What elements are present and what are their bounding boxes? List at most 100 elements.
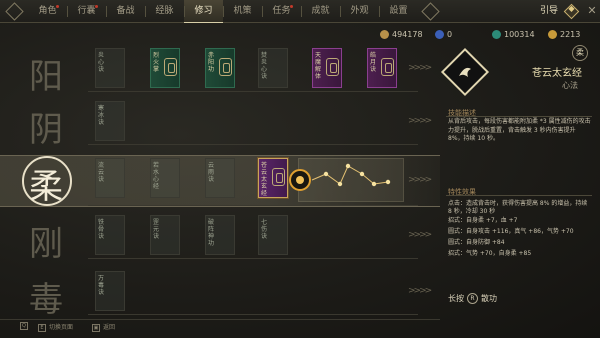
- tab-separator: [262, 6, 263, 17]
- book-title: 云雨诀: [208, 162, 215, 183]
- row-expand-arrow-icon[interactable]: >>>>: [408, 230, 432, 240]
- skill-node[interactable]: [359, 171, 365, 177]
- technique-book[interactable]: 焚炎心诀: [258, 48, 288, 88]
- skill-node[interactable]: [323, 171, 329, 177]
- notification-dot: [95, 5, 98, 8]
- tab-6[interactable]: 机策: [223, 0, 262, 23]
- book-title: 皓月诀: [370, 52, 377, 73]
- technique-book[interactable]: 烈火掌: [150, 48, 180, 88]
- copper-coin-icon: [380, 30, 389, 39]
- tab-separator: [106, 6, 107, 17]
- tab-1[interactable]: 角色: [28, 0, 67, 23]
- guide-label[interactable]: 引导: [540, 0, 558, 23]
- row-expand-arrow-icon[interactable]: >>>>: [408, 116, 432, 126]
- book-title: 天魔解体: [315, 52, 322, 80]
- technique-book[interactable]: 破阵神功: [205, 215, 235, 255]
- book-seal-icon: [381, 58, 394, 76]
- technique-book[interactable]: 天魔解体: [312, 48, 342, 88]
- row-label[interactable]: 阳: [14, 49, 78, 98]
- row-expand-arrow-icon[interactable]: >>>>: [408, 286, 432, 296]
- attribute-line: 点击：造成背击时，获得伤害提高 8% 的增益，持续 8 秒，冷却 30 秒: [448, 200, 588, 215]
- tab-8[interactable]: 成就: [301, 0, 340, 23]
- book-title: 炎心诀: [98, 52, 105, 73]
- book-title: 烈火掌: [153, 52, 160, 73]
- tab-3[interactable]: 备战: [106, 0, 145, 23]
- tab-separator: [379, 6, 380, 17]
- currency-1: 494178: [380, 29, 423, 41]
- row-divider: [88, 205, 418, 206]
- row-label[interactable]: 阴: [14, 102, 78, 151]
- tab-7[interactable]: 任务: [262, 0, 301, 23]
- book-seal-icon: [326, 58, 339, 76]
- technique-book[interactable]: 七伤诀: [258, 215, 288, 255]
- book-title: 罡元诀: [153, 219, 160, 240]
- book-title: 寒冰诀: [98, 105, 105, 126]
- book-title: 赤阳功: [208, 52, 215, 73]
- row-label[interactable]: 刚: [14, 216, 78, 265]
- book-title: 七伤诀: [261, 219, 268, 240]
- close-button[interactable]: ✕: [585, 4, 599, 18]
- tab-4[interactable]: 经脉: [145, 0, 184, 23]
- skill-node[interactable]: [385, 179, 391, 185]
- divider: [446, 116, 592, 117]
- dismiss-hint[interactable]: 长按 R 散功: [448, 293, 497, 304]
- row-divider: [88, 91, 418, 92]
- technique-book[interactable]: 皓月诀: [367, 48, 397, 88]
- tab-9[interactable]: 外观: [340, 0, 379, 23]
- technique-book[interactable]: 炎心诀: [95, 48, 125, 88]
- technique-description: 从背后攻击，每段伤害都能附加柔 *3 属性减伤的攻击力提升，脱战后重置，背击触发…: [448, 118, 591, 142]
- currency-value: 494178: [392, 30, 423, 39]
- row-tag-badge[interactable]: 柔: [572, 45, 588, 61]
- bottom-hint[interactable]: E 切换页面: [38, 322, 73, 332]
- row-expand-arrow-icon[interactable]: >>>>: [408, 175, 432, 185]
- top-nav-bar: 角色 行囊 备战 经脉 修习 机策 任务 成就 外观 設置 引导 ◆ ✕: [0, 0, 600, 23]
- key-icon: ▣: [92, 324, 100, 332]
- book-title: 焚炎心诀: [261, 52, 268, 80]
- bottom-hint[interactable]: Q: [20, 322, 31, 330]
- attribute-line: 圆式：自身防御 +84: [448, 239, 505, 246]
- tab-2[interactable]: 行囊: [67, 0, 106, 23]
- tab-separator: [301, 6, 302, 17]
- tab-separator: [184, 6, 185, 17]
- tab-5[interactable]: 修习: [184, 0, 223, 23]
- technique-book[interactable]: 寒冰诀: [95, 101, 125, 141]
- tab-10[interactable]: 設置: [379, 0, 418, 23]
- r-key-icon: R: [467, 293, 478, 304]
- tab-separator: [67, 6, 68, 17]
- prev-page-icon[interactable]: [5, 2, 24, 21]
- hint-right: 散功: [481, 294, 497, 303]
- row-expand-arrow-icon[interactable]: >>>>: [408, 63, 432, 73]
- notification-dot: [290, 5, 293, 8]
- row-divider: [88, 314, 418, 315]
- attribute-line: 圆式：自身攻击 +116，真气 +86，气势 +70: [448, 228, 574, 235]
- technique-name: 苍云太玄经: [532, 68, 582, 79]
- attribute-line: 招式：自身柔 +7，血 +7: [448, 217, 518, 224]
- row-label[interactable]: 毒: [14, 272, 78, 321]
- bottom-hint-label: 切换页面: [49, 324, 74, 331]
- technique-book[interactable]: 赤阳功: [205, 48, 235, 88]
- bottom-hint-label: 返回: [103, 324, 116, 331]
- skill-node[interactable]: [345, 163, 351, 169]
- book-seal-icon: [164, 58, 177, 76]
- book-title: 破阵神功: [208, 219, 215, 247]
- row-divider: [88, 144, 418, 145]
- hint-left: 长按: [448, 294, 464, 303]
- technique-book[interactable]: 苍云太玄经: [258, 158, 288, 198]
- skill-node[interactable]: [337, 181, 343, 187]
- technique-book[interactable]: 流云诀: [95, 158, 125, 198]
- technique-book[interactable]: 万毒诀: [95, 271, 125, 311]
- tab-separator: [223, 6, 224, 17]
- bottom-hint[interactable]: ▣ 返回: [92, 322, 115, 332]
- book-title: 流云诀: [98, 162, 105, 183]
- row-label[interactable]: 柔: [14, 159, 78, 208]
- technique-book[interactable]: 罡元诀: [150, 215, 180, 255]
- tab-separator: [340, 6, 341, 17]
- skill-node-core-glow: [296, 176, 304, 184]
- book-title: 万毒诀: [98, 275, 105, 296]
- technique-book[interactable]: 铁骨诀: [95, 215, 125, 255]
- guide-key-glyph: ◆: [568, 4, 575, 13]
- skill-node[interactable]: [371, 181, 377, 187]
- technique-book[interactable]: 云雨诀: [205, 158, 235, 198]
- next-page-icon[interactable]: [421, 2, 440, 21]
- technique-book[interactable]: 若水心经: [150, 158, 180, 198]
